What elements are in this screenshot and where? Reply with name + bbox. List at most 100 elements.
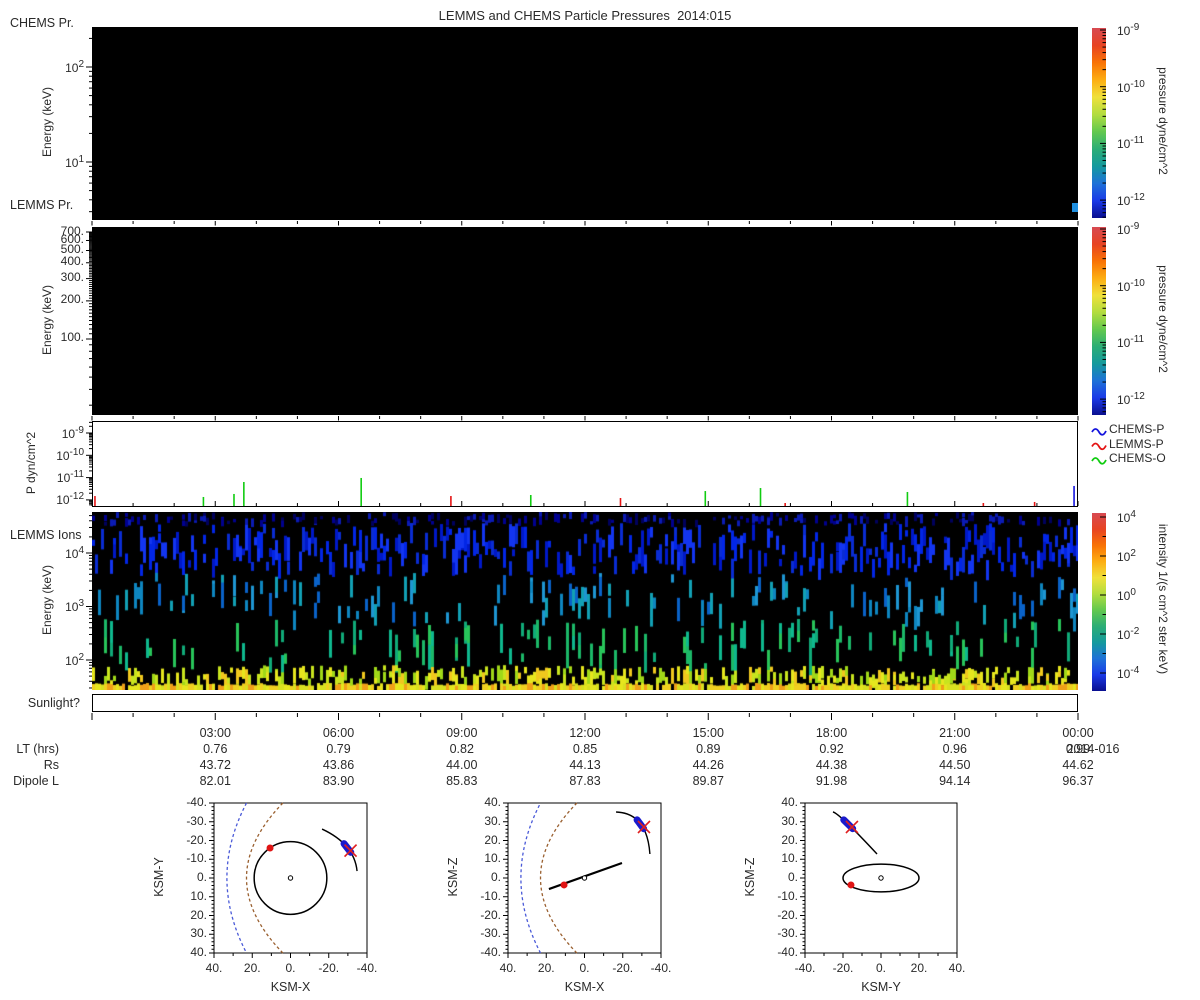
orbit-ytick-label: 30.: [484, 813, 501, 828]
colorbar-tick-label: 10-10: [1117, 277, 1145, 294]
orbit-ytick-label: -30.: [186, 813, 207, 828]
cassini-trajectory: [616, 811, 651, 855]
bow-shock-curve: [520, 802, 542, 954]
orbit-ytick-label: 20.: [190, 907, 207, 922]
row-value: 44.62: [1062, 758, 1094, 772]
chems-pressure-spectrogram-panel: [92, 27, 1078, 220]
ytick-label: 100.: [60, 330, 84, 345]
row-value: 0.85: [572, 742, 598, 756]
ytick-label: 103: [65, 598, 84, 614]
row-value: 91.98: [815, 774, 848, 788]
cassini-position-blob: [340, 840, 355, 856]
time-tick-label: 12:00: [569, 726, 601, 740]
colorbar-tick-label: 10-12: [1117, 391, 1145, 408]
cassini-trajectory: [832, 811, 878, 855]
orbit-frame-orbit_ksmx_ksmz: [507, 802, 662, 954]
row-value: 82.01: [199, 774, 231, 788]
row-value: 96.37: [1062, 774, 1094, 788]
orbit-ytick-label: -10.: [480, 888, 501, 903]
colorbar-tick-label: 10-10: [1117, 78, 1145, 95]
magnetopause-curve: [245, 802, 284, 954]
cassini-trajectory: [321, 828, 358, 872]
row-value: 85.83: [446, 774, 478, 788]
legend-line-chems-o: [1091, 457, 1107, 465]
orbit-xtick-label: -40.: [356, 961, 378, 975]
ytick-label: 200.: [60, 292, 84, 307]
orbit-ytick-label: -20.: [186, 832, 207, 847]
row-value: 0.76: [203, 742, 228, 756]
time-tick-label: 18:00: [815, 726, 848, 740]
row-label-dipole: Dipole L: [13, 774, 59, 788]
orbit-xlabel: KSM-Y: [861, 980, 901, 994]
orbit-ytick-label: -10.: [186, 851, 207, 866]
orbit-ylabel: KSM-Z: [743, 857, 757, 897]
row-value: 0.89: [696, 742, 721, 756]
row-value: 44.13: [569, 758, 601, 772]
magnetopause-curve: [539, 802, 578, 954]
lemms-panel-label: LEMMS Pr.: [10, 198, 74, 212]
chems-data-patch: [1072, 203, 1078, 213]
time-tick-label: 03:00: [199, 726, 231, 740]
row-value: 44.50: [939, 758, 971, 772]
colorbar-tick-label: 104: [1117, 509, 1136, 525]
colorbar-tick-label: 10-11: [1117, 135, 1145, 152]
orbit-ytick-label: -10.: [777, 888, 798, 903]
legend-label-chems-p: CHEMS-P: [1109, 422, 1165, 436]
orbit-ylabel: KSM-Y: [152, 857, 166, 897]
position-x-marker: [637, 820, 651, 834]
row-value: 44.00: [446, 758, 478, 772]
orbit-ytick-label: -40.: [186, 795, 207, 809]
time-tick-label: 00:00: [1062, 726, 1094, 740]
ring-plane-line: [548, 861, 623, 891]
pressure-unit-label-middle: pressure dyne/cm^2: [1156, 265, 1170, 373]
chems-panel-label: CHEMS Pr.: [10, 16, 74, 30]
row-value: 43.72: [199, 758, 231, 772]
pressure-line-plot-panel: [92, 421, 1078, 507]
position-x-marker: [637, 820, 651, 834]
ytick-label: 102: [65, 58, 84, 75]
orbit-ytick-label: 30.: [190, 926, 207, 941]
colorbar-tick-label: 10-2: [1117, 626, 1140, 642]
bow-shock-curve: [226, 802, 248, 954]
ytick-label: 10-9: [61, 424, 84, 441]
row-value: 44.26: [692, 758, 724, 772]
ytick-label: 300.: [60, 270, 84, 285]
orbit-ytick-label: -40.: [480, 945, 501, 959]
titan-orbit-circle: [253, 840, 328, 916]
orbit-ytick-label: -20.: [777, 907, 798, 922]
page-title: LEMMS and CHEMS Particle Pressures 2014:…: [438, 8, 732, 23]
orbit-ytick-label: 40.: [781, 795, 798, 809]
lemms-pressure-spectrogram-panel: [92, 227, 1078, 415]
row-label-lt: LT (hrs): [16, 742, 59, 756]
row-value: 43.86: [322, 758, 355, 772]
row-value: 0.82: [449, 742, 474, 756]
titan-position-dot: [560, 881, 568, 889]
legend-line-lemms-p: [1091, 442, 1107, 451]
ytick-label: 400.: [60, 254, 84, 269]
pressure-colorbar-top: [1092, 28, 1106, 218]
row-value: 87.83: [569, 774, 601, 788]
orbit-frame-orbit_ksmy_ksmz: [804, 802, 958, 954]
colorbar-tick-label: 10-9: [1117, 22, 1140, 38]
orbit-ytick-label: 20.: [781, 832, 798, 847]
titan-position-dot: [266, 844, 274, 852]
colorbar-tick-label: 10-11: [1117, 334, 1145, 351]
position-x-marker: [845, 820, 859, 834]
titan-position-dot: [847, 881, 855, 889]
colorbar-tick-label: 10-4: [1117, 665, 1140, 681]
orbit-xlabel: KSM-X: [270, 980, 311, 994]
row-value: 0.99: [1065, 742, 1091, 756]
orbit-ytick-label: 0.: [787, 870, 798, 884]
colorbar-tick-label: 102: [1117, 548, 1136, 564]
intensity-colorbar: [1092, 513, 1106, 691]
position-x-marker: [343, 844, 358, 858]
orbit-xlabel: KSM-X: [564, 980, 605, 994]
colorbar-tick-label: 10-9: [1117, 221, 1140, 237]
sunlight-label: Sunlight?: [27, 696, 80, 710]
cassini-position-blob: [633, 816, 648, 833]
time-tick-label: 06:00: [322, 726, 355, 740]
ytick-label: 102: [65, 651, 84, 668]
orbit-ylabel: KSM-Z: [446, 857, 460, 897]
orbit-ytick-label: 10.: [484, 851, 501, 866]
ytick-label: 10-11: [56, 469, 84, 486]
